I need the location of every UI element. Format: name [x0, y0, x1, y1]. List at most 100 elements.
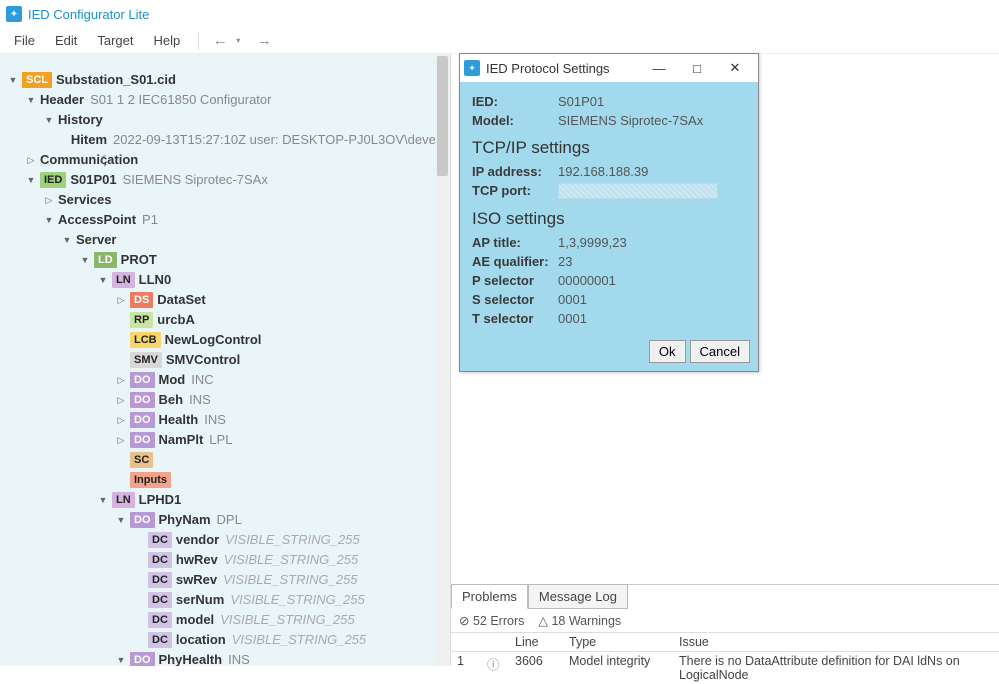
chevron-right-icon[interactable]: ▷ [114, 290, 128, 310]
tree-smv[interactable]: ▷ SMV SMVControl [6, 350, 446, 370]
chevron-down-icon[interactable]: ▼ [6, 70, 20, 90]
tree-communication[interactable]: ▷ Communication ⤹ [6, 150, 446, 170]
ip-label: IP address: [472, 164, 558, 179]
tree-server[interactable]: ▼ Server [6, 230, 446, 250]
model-label: Model: [472, 113, 558, 128]
tree-dc-location[interactable]: ▷ DC location VISIBLE_STRING_255 [6, 630, 446, 650]
ssel-value: 0001 [558, 292, 587, 307]
menu-target[interactable]: Target [87, 30, 143, 51]
tree-scrollbar[interactable] [435, 54, 450, 666]
tree-rp[interactable]: ▷ RP urcbA [6, 310, 446, 330]
badge-ln: LN [112, 492, 135, 508]
tree-dc-vendor[interactable]: ▷ DC vendor VISIBLE_STRING_255 [6, 530, 446, 550]
badge-do: DO [130, 372, 155, 388]
chevron-down-icon[interactable]: ▼ [42, 210, 56, 230]
col-line[interactable]: Line [509, 633, 563, 651]
app-icon: ✦ [464, 60, 480, 76]
app-icon: ✦ [6, 6, 22, 22]
chevron-down-icon[interactable]: ▼ [24, 90, 38, 110]
iso-heading: ISO settings [472, 209, 746, 229]
chevron-right-icon[interactable]: ▷ [24, 150, 38, 170]
tree-lphd1[interactable]: ▼ LN LPHD1 [6, 490, 446, 510]
badge-inputs: Inputs [130, 472, 171, 488]
chevron-right-icon[interactable]: ▷ [114, 410, 128, 430]
chevron-right-icon[interactable]: ▷ [114, 370, 128, 390]
badge-scl: SCL [22, 72, 52, 88]
chevron-down-icon[interactable]: ▼ [42, 110, 56, 130]
menu-edit[interactable]: Edit [45, 30, 87, 51]
scrollbar-thumb[interactable] [437, 56, 448, 176]
tree-dc-sernum[interactable]: ▷ DC serNum VISIBLE_STRING_255 [6, 590, 446, 610]
menu-help[interactable]: Help [144, 30, 191, 51]
dialog-titlebar[interactable]: ✦ IED Protocol Settings — □ ✕ [460, 54, 758, 82]
tree-services[interactable]: ▷ Services [6, 190, 446, 210]
nav-back-dropdown[interactable]: ▾ [225, 30, 251, 52]
problem-row[interactable]: 1 ⓘ 3606 Model integrity There is no Dat… [451, 652, 999, 684]
maximize-icon[interactable]: □ [678, 56, 716, 80]
chevron-right-icon[interactable]: ▷ [42, 190, 56, 210]
tree-do-beh[interactable]: ▷ DO Beh INS [6, 390, 446, 410]
tree-dc-swrev[interactable]: ▷ DC swRev VISIBLE_STRING_255 [6, 570, 446, 590]
close-icon[interactable]: ✕ [716, 56, 754, 80]
cursor-icon: ⤹ [100, 151, 107, 171]
badge-sc: SC [130, 452, 153, 468]
tree-ld[interactable]: ▼ LD PROT [6, 250, 446, 270]
tree-dc-hwrev[interactable]: ▷ DC hwRev VISIBLE_STRING_255 [6, 550, 446, 570]
nav-forward-button[interactable]: → [251, 30, 277, 52]
chevron-right-icon[interactable]: ▷ [114, 390, 128, 410]
badge-ld: LD [94, 252, 117, 268]
aeq-label: AE qualifier: [472, 254, 558, 269]
cancel-button[interactable]: Cancel [690, 340, 750, 363]
tree-lln0[interactable]: ▼ LN LLN0 [6, 270, 446, 290]
tree-hitem[interactable]: ▼ Hitem 2022-09-13T15:27:10Z user: DESKT… [6, 130, 446, 150]
tree-panel: ⤡ ▼ SCL Substation_S01.cid ▼ Header S01 … [0, 54, 450, 666]
badge-dc: DC [148, 612, 172, 628]
protocol-settings-dialog: ✦ IED Protocol Settings — □ ✕ IED:S01P01… [459, 53, 759, 372]
tsel-label: T selector [472, 311, 558, 326]
tree-dc-model[interactable]: ▷ DC model VISIBLE_STRING_255 [6, 610, 446, 630]
chevron-down-icon[interactable]: ▼ [24, 170, 38, 190]
menu-file[interactable]: File [4, 30, 45, 51]
badge-dc: DC [148, 572, 172, 588]
tree-do-namplt[interactable]: ▷ DO NamPlt LPL [6, 430, 446, 450]
badge-ds: DS [130, 292, 153, 308]
tab-message-log[interactable]: Message Log [528, 584, 628, 609]
tcpip-heading: TCP/IP settings [472, 138, 746, 158]
tree-lcb[interactable]: ▷ LCB NewLogControl [6, 330, 446, 350]
col-issue[interactable]: Issue [673, 633, 999, 651]
tsel-value: 0001 [558, 311, 587, 326]
chevron-down-icon[interactable]: ▼ [78, 250, 92, 270]
ok-button[interactable]: Ok [649, 340, 686, 363]
badge-do: DO [130, 432, 155, 448]
tree-do-phynam[interactable]: ▼ DO PhyNam DPL [6, 510, 446, 530]
problems-panel: Problems Message Log ⊘ 52 Errors △ 18 Wa… [451, 584, 999, 666]
aptitle-value: 1,3,9999,23 [558, 235, 627, 250]
tree-inputs[interactable]: ▷ Inputs [6, 470, 446, 490]
chevron-down-icon[interactable]: ▼ [96, 490, 110, 510]
badge-do: DO [130, 652, 155, 666]
badge-dc: DC [148, 552, 172, 568]
col-type[interactable]: Type [563, 633, 673, 651]
tree-ied[interactable]: ▼ IED S01P01 SIEMENS Siprotec-7SAx [6, 170, 446, 190]
badge-ln: LN [112, 272, 135, 288]
tree-do-phyhealth[interactable]: ▼ DO PhyHealth INS [6, 650, 446, 666]
tcp-port-input[interactable] [558, 183, 718, 199]
tree-do-health[interactable]: ▷ DO Health INS [6, 410, 446, 430]
chevron-right-icon[interactable]: ▷ [114, 430, 128, 450]
tab-problems[interactable]: Problems [451, 584, 528, 609]
chevron-down-icon[interactable]: ▼ [96, 270, 110, 290]
chevron-down-icon[interactable]: ▼ [114, 510, 128, 530]
tree-sc[interactable]: ▷ SC [6, 450, 446, 470]
tree-accesspoint[interactable]: ▼ AccessPoint P1 [6, 210, 446, 230]
tree-do-mod[interactable]: ▷ DO Mod INC [6, 370, 446, 390]
badge-dc: DC [148, 592, 172, 608]
aeq-value: 23 [558, 254, 572, 269]
chevron-down-icon[interactable]: ▼ [60, 230, 74, 250]
tree-root[interactable]: ▼ SCL Substation_S01.cid [6, 70, 446, 90]
tree-header[interactable]: ▼ Header S01 1 2 IEC61850 Configurator [6, 90, 446, 110]
tree-history[interactable]: ▼ History [6, 110, 446, 130]
psel-value: 00000001 [558, 273, 616, 288]
chevron-down-icon[interactable]: ▼ [114, 650, 128, 666]
tree-dataset[interactable]: ▷ DS DataSet [6, 290, 446, 310]
minimize-icon[interactable]: — [640, 56, 678, 80]
